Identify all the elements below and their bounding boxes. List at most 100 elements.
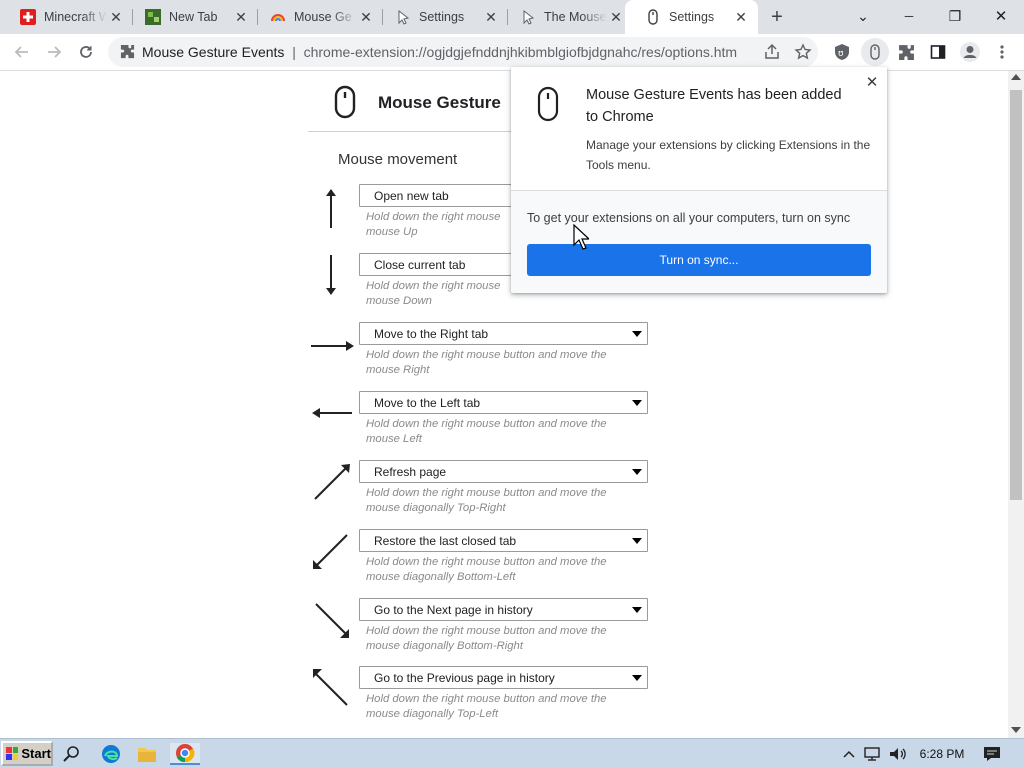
desc-line-2: mouse diagonally Top-Right: [366, 501, 506, 514]
tab-close-icon[interactable]: ✕: [607, 8, 625, 26]
new-tab-button[interactable]: +: [765, 5, 789, 29]
tab-title: Minecraft W: [44, 10, 107, 24]
back-icon[interactable]: [8, 38, 36, 66]
select-value: Go to the Previous page in history: [374, 671, 555, 685]
gesture-action-select[interactable]: Refresh page: [359, 460, 648, 483]
dropdown-caret-icon: [632, 400, 642, 406]
tab-search-icon[interactable]: ⌄: [840, 0, 886, 32]
desc-line-2: mouse diagonally Top-Left: [366, 707, 499, 720]
bookmark-star-icon[interactable]: [794, 43, 812, 66]
select-value: Restore the last closed tab: [374, 534, 517, 548]
select-value: Go to the Next page in history: [374, 603, 533, 617]
tab-title: Mouse Ge: [294, 10, 352, 24]
arrow-top-left-icon: [313, 669, 348, 706]
tab-settings[interactable]: Settings ✕: [375, 0, 508, 34]
restore-button[interactable]: ❐: [932, 0, 978, 32]
chrome-taskbar-icon[interactable]: [170, 743, 200, 765]
system-clock[interactable]: 6:28 PM: [912, 743, 972, 765]
file-explorer-icon[interactable]: [134, 743, 160, 765]
gesture-description: Hold down the right mouse button and mov…: [366, 486, 636, 515]
tab-close-icon[interactable]: ✕: [107, 8, 125, 26]
dropdown-caret-icon: [632, 538, 642, 544]
menu-kebab-icon[interactable]: [988, 38, 1016, 66]
url-text: chrome-extension://ogjdgjefnddnjhkibmblg…: [303, 44, 738, 60]
bubble-subtext: Manage your extensions by clicking Exten…: [586, 138, 871, 172]
tab-title: The Mouse: [544, 10, 607, 24]
rainbow-icon: [270, 9, 286, 25]
extensions-puzzle-icon[interactable]: [892, 38, 920, 66]
cursor-icon: [395, 9, 411, 25]
tab-close-icon[interactable]: ✕: [357, 8, 375, 26]
gesture-row-bottom-right: Go to the Next page in history Hold down…: [310, 598, 650, 660]
tab-mouse-gesture[interactable]: Mouse Ge ✕: [250, 0, 383, 34]
gesture-description: Hold down the right mouse button and mov…: [366, 348, 636, 377]
arrow-down-icon: [326, 255, 336, 295]
puzzle-site-icon: [120, 44, 135, 64]
mouse-extension-logo-icon: [537, 86, 559, 127]
ublock-shield-icon[interactable]: ʊ: [828, 38, 856, 66]
gesture-row-bottom-left: Restore the last closed tab Hold down th…: [310, 529, 650, 591]
volume-icon[interactable]: [887, 743, 909, 765]
gesture-row-top-left: Go to the Previous page in history Hold …: [310, 666, 650, 728]
gesture-row-right: Move to the Right tab Hold down the righ…: [310, 322, 650, 384]
desc-line-1: Hold down the right mouse button and mov…: [366, 487, 607, 499]
desc-line-1: Hold down the right mouse button and mov…: [366, 625, 607, 637]
sync-prompt-text: To get your extensions on all your compu…: [527, 211, 851, 225]
select-value: Move to the Right tab: [374, 327, 489, 341]
desc-line-2: mouse Left: [366, 432, 422, 445]
site-name: Mouse Gesture Events: [142, 44, 285, 60]
gesture-action-select[interactable]: Move to the Left tab: [359, 391, 648, 414]
gesture-description: Hold down the right mouse button and mov…: [366, 555, 636, 584]
desc-line-1: Hold down the right mouse button and mov…: [366, 693, 607, 705]
arrow-left-icon: [312, 408, 352, 418]
tab-minecraft[interactable]: Minecraft W ✕: [0, 0, 133, 34]
tab-new-tab[interactable]: New Tab ✕: [125, 0, 258, 34]
tab-strip: Minecraft W ✕ New Tab ✕ Mouse Ge ✕ Setti…: [0, 0, 1024, 34]
reload-icon[interactable]: [72, 38, 100, 66]
tab-the-mouse[interactable]: The Mouse ✕: [500, 0, 633, 34]
minimize-button[interactable]: ─: [886, 0, 932, 32]
select-value: Refresh page: [374, 465, 447, 479]
search-icon[interactable]: [60, 743, 84, 765]
select-value: Close current tab: [374, 258, 466, 272]
gesture-description: Hold down the right mouse button and mov…: [366, 417, 636, 446]
forward-icon[interactable]: [40, 38, 68, 66]
desc-line-2: mouse Down: [366, 294, 432, 307]
tab-close-icon[interactable]: ✕: [732, 8, 750, 26]
scrollbar-thumb[interactable]: [1010, 90, 1022, 500]
scroll-down-arrow-icon[interactable]: [1011, 727, 1021, 733]
select-value: Move to the Left tab: [374, 396, 481, 410]
gesture-action-select[interactable]: Go to the Previous page in history: [359, 666, 648, 689]
gesture-action-select[interactable]: Go to the Next page in history: [359, 598, 648, 621]
address-text: Mouse Gesture Events | chrome-extension:…: [142, 44, 737, 60]
tab-close-icon[interactable]: ✕: [232, 8, 250, 26]
svg-text:ʊ: ʊ: [838, 49, 844, 59]
bubble-sync-footer: To get your extensions on all your compu…: [511, 191, 887, 293]
gesture-row-top-right: Refresh page Hold down the right mouse b…: [310, 460, 650, 522]
scroll-up-arrow-icon[interactable]: [1011, 74, 1021, 80]
start-button[interactable]: Start: [1, 741, 53, 766]
gesture-action-select[interactable]: Move to the Right tab: [359, 322, 648, 345]
arrow-bottom-left-icon: [313, 534, 348, 569]
address-bar[interactable]: Mouse Gesture Events | chrome-extension:…: [108, 37, 818, 67]
tab-settings-active[interactable]: Settings ✕: [625, 0, 758, 34]
gesture-action-select[interactable]: Restore the last closed tab: [359, 529, 648, 552]
network-icon[interactable]: [862, 743, 884, 765]
close-window-button[interactable]: ✕: [978, 0, 1024, 32]
extension-added-bubble: Mouse Gesture Events has been added to C…: [511, 67, 887, 293]
tab-title: Settings: [669, 10, 715, 24]
windows-logo-icon: [6, 746, 19, 760]
desc-line-1: Hold down the right mouse button and mov…: [366, 556, 607, 568]
notifications-icon[interactable]: [980, 743, 1004, 765]
bubble-close-icon[interactable]: ✕: [863, 73, 881, 91]
tab-title: Settings: [419, 10, 465, 24]
show-hidden-icons-icon[interactable]: [840, 743, 858, 765]
side-panel-icon[interactable]: [924, 38, 952, 66]
mouse-extension-icon[interactable]: [861, 38, 889, 66]
tab-close-icon[interactable]: ✕: [482, 8, 500, 26]
share-icon[interactable]: [763, 43, 781, 66]
desc-line-2: mouse diagonally Bottom-Left: [366, 570, 516, 583]
profile-avatar-icon[interactable]: [956, 38, 984, 66]
bubble-heading: Mouse Gesture Events has been added to C…: [586, 87, 842, 125]
edge-icon[interactable]: [98, 743, 124, 765]
